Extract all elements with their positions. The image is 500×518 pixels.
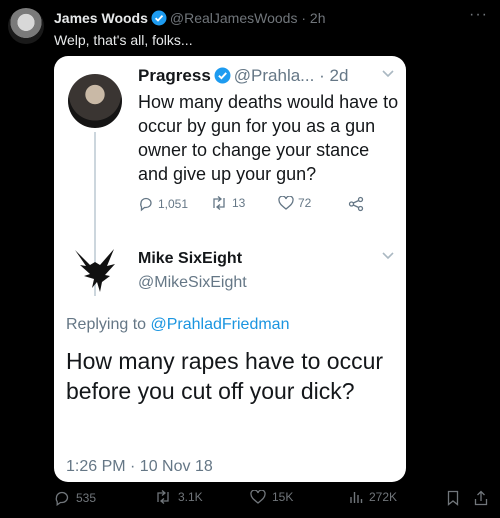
verified-badge-icon bbox=[151, 10, 167, 26]
views-count: 272K bbox=[369, 490, 398, 504]
header-separator: · bbox=[301, 10, 307, 26]
quoted-likes-count: 72 bbox=[298, 196, 312, 210]
quoted-reply-timestamp: 1:26 PM · 10 Nov 18 bbox=[66, 458, 213, 475]
reply-button[interactable]: 535 bbox=[54, 490, 96, 506]
replying-to-label: Replying to bbox=[66, 316, 147, 333]
quoted-replies-count: 1,051 bbox=[158, 197, 189, 211]
views-button[interactable]: 272K bbox=[349, 490, 397, 504]
share-icon bbox=[474, 490, 488, 506]
verified-badge-icon bbox=[214, 67, 231, 84]
reply-icon bbox=[138, 196, 154, 212]
quoted-original-header: Pragress @Prahla... · 2d bbox=[138, 66, 348, 86]
quoted-original-time: 2d bbox=[329, 66, 349, 85]
retweet-icon bbox=[210, 196, 228, 210]
author-handle[interactable]: @RealJamesWoods bbox=[170, 10, 298, 26]
quoted-original-actions: 1,051 13 72 bbox=[138, 196, 398, 216]
views-icon bbox=[349, 490, 363, 504]
tweet-header: James Woods @RealJamesWoods · 2h bbox=[54, 10, 325, 26]
screenshot-image[interactable]: Pragress @Prahla... · 2d How many deaths … bbox=[54, 56, 406, 482]
quoted-original-separator: · bbox=[319, 66, 325, 85]
quoted-likes: 72 bbox=[278, 196, 311, 210]
raven-avatar bbox=[72, 246, 118, 296]
reply-icon bbox=[54, 490, 70, 506]
heart-icon bbox=[250, 490, 266, 504]
bookmark-icon bbox=[446, 490, 460, 506]
bookmark-button[interactable] bbox=[446, 490, 460, 506]
like-button[interactable]: 15K bbox=[250, 490, 293, 504]
repost-icon bbox=[154, 490, 172, 504]
quoted-reply-author-name: Mike SixEight bbox=[138, 250, 243, 267]
quoted-retweets-count: 13 bbox=[232, 196, 246, 210]
repost-button[interactable]: 3.1K bbox=[154, 490, 203, 504]
tweet-text: Welp, that's all, folks... bbox=[54, 32, 193, 48]
quoted-reply-text: How many rapes have to occur before you … bbox=[66, 348, 384, 404]
pragress-avatar bbox=[68, 74, 122, 128]
quoted-reply-handle: @MikeSixEight bbox=[138, 274, 247, 291]
quoted-original-author-name: Pragress bbox=[138, 66, 211, 85]
quoted-original-text: How many deaths would have to occur by g… bbox=[138, 92, 399, 184]
chevron-down-icon bbox=[382, 252, 394, 260]
tweet-time[interactable]: 2h bbox=[310, 10, 326, 26]
author-avatar[interactable] bbox=[8, 8, 44, 44]
repost-count: 3.1K bbox=[178, 490, 203, 504]
share-icon bbox=[348, 196, 364, 212]
more-options-icon[interactable]: ··· bbox=[469, 6, 488, 24]
reply-count: 535 bbox=[76, 491, 97, 505]
quoted-replies: 1,051 bbox=[138, 196, 188, 212]
quoted-retweets: 13 bbox=[210, 196, 245, 210]
heart-icon bbox=[278, 196, 294, 210]
author-name[interactable]: James Woods bbox=[54, 10, 148, 26]
chevron-down-icon bbox=[382, 70, 394, 78]
replying-to-handle: @PrahladFriedman bbox=[150, 316, 290, 333]
replying-to: Replying to @PrahladFriedman bbox=[66, 316, 289, 334]
tweet: James Woods @RealJamesWoods · 2h ··· Welp… bbox=[0, 0, 500, 518]
like-count: 15K bbox=[272, 490, 294, 504]
quoted-original-handle: @Prahla... bbox=[233, 66, 315, 85]
share-button[interactable] bbox=[474, 490, 488, 506]
tweet-actions: 535 3.1K 15K 272K bbox=[54, 490, 494, 512]
